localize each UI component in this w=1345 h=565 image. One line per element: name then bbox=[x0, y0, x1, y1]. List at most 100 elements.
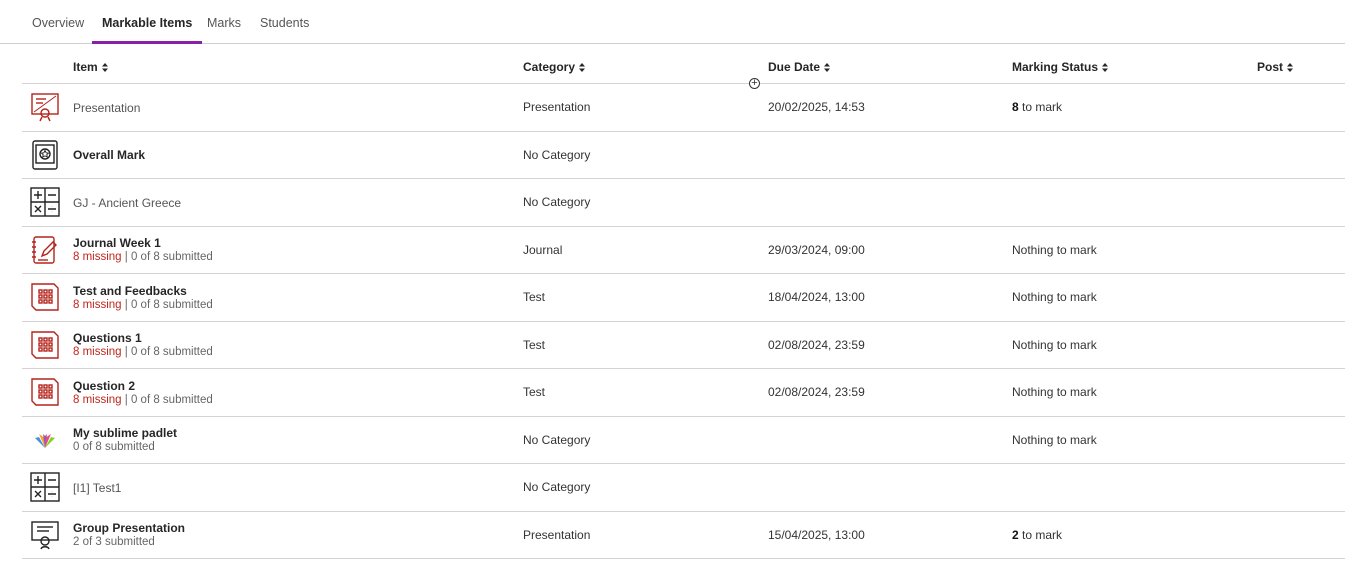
submitted-count: | 0 of 8 submitted bbox=[121, 346, 213, 358]
calculation-icon bbox=[29, 471, 61, 503]
category-cell: No Category bbox=[523, 432, 591, 447]
test-icon bbox=[29, 376, 61, 408]
marking-status-cell[interactable]: Nothing to mark bbox=[1012, 227, 1097, 274]
table-row: Overall Mark No Category bbox=[22, 132, 1345, 179]
table-row: Journal Week 18 missing | 0 of 8 submitt… bbox=[22, 227, 1345, 274]
item-name-link[interactable]: Journal Week 1 bbox=[73, 236, 213, 250]
item-name-link[interactable]: Test and Feedbacks bbox=[73, 284, 213, 298]
marking-status-text: Nothing to mark bbox=[1012, 385, 1097, 399]
submitted-count: 2 of 3 submitted bbox=[73, 536, 155, 548]
journal-icon bbox=[29, 234, 61, 266]
marking-status-cell[interactable]: Nothing to mark bbox=[1012, 274, 1097, 321]
column-header-due-date-label: Due Date bbox=[768, 60, 821, 74]
marking-status-cell[interactable]: Nothing to mark bbox=[1012, 322, 1097, 369]
missing-count: 8 missing bbox=[73, 393, 122, 406]
missing-count: 8 missing bbox=[73, 346, 122, 358]
category-cell: Test bbox=[523, 385, 546, 399]
item-cell: Overall Mark bbox=[73, 132, 145, 179]
tab-markable-items[interactable]: Markable Items bbox=[91, 0, 203, 44]
column-header-due-date[interactable]: Due Date bbox=[768, 60, 831, 75]
marking-status-text: Nothing to mark bbox=[1012, 290, 1097, 304]
marking-status-text: Nothing to mark bbox=[1012, 242, 1097, 257]
item-cell: Group Presentation 2 of 3 submitted bbox=[73, 512, 185, 559]
due-date-cell: 20/02/2025, 14:53 bbox=[768, 100, 865, 114]
item-cell: My sublime padlet 0 of 8 submitted bbox=[73, 417, 177, 464]
submission-summary: 2 of 3 submitted bbox=[73, 535, 185, 549]
column-header-post[interactable]: Post bbox=[1257, 60, 1294, 75]
submitted-count: 0 of 8 submitted bbox=[73, 441, 155, 453]
item-cell: Test and Feedbacks 8 missing | 0 of 8 sub… bbox=[73, 274, 213, 321]
item-cell: [I1] Test1 bbox=[73, 464, 121, 511]
item-name-link[interactable]: [I1] Test1 bbox=[73, 481, 121, 495]
submission-summary: 8 missing | 0 of 8 submitted bbox=[73, 250, 213, 264]
due-date-cell: 02/08/2024, 23:59 bbox=[768, 337, 865, 352]
submission-summary: 8 missing | 0 of 8 submitted bbox=[73, 393, 213, 407]
item-name-link[interactable]: Presentation bbox=[73, 101, 140, 115]
group-presentation-icon bbox=[29, 519, 61, 551]
to-mark-count: 8 bbox=[1012, 100, 1019, 114]
tab-marks[interactable]: Marks bbox=[207, 0, 241, 43]
column-header-category[interactable]: Category bbox=[523, 60, 586, 75]
sort-icon bbox=[1287, 61, 1294, 75]
presentation-icon bbox=[29, 91, 61, 123]
due-date-cell: 29/03/2024, 09:00 bbox=[768, 242, 865, 257]
sort-icon bbox=[1102, 61, 1109, 75]
submitted-count: | 0 of 8 submitted bbox=[121, 251, 213, 263]
category-cell: Test bbox=[523, 290, 546, 304]
column-header-marking-status[interactable]: Marking Status bbox=[1012, 60, 1109, 75]
submitted-count: | 0 of 8 submitted bbox=[121, 298, 213, 311]
to-mark-count: 2 bbox=[1012, 527, 1019, 542]
missing-count: 8 missing bbox=[73, 298, 122, 311]
submission-summary: 8 missing | 0 of 8 submitted bbox=[73, 345, 213, 359]
table-header: Item Category Due Date Marking Status Po… bbox=[22, 56, 1345, 84]
item-name-link[interactable]: Overall Mark bbox=[73, 148, 145, 162]
sort-icon bbox=[824, 61, 831, 75]
column-header-item[interactable]: Item bbox=[73, 60, 108, 75]
marking-status-text: to mark bbox=[1018, 100, 1063, 114]
add-column-icon[interactable]: + bbox=[749, 78, 760, 89]
item-name-link[interactable]: Questions 1 bbox=[73, 331, 213, 345]
submitted-count: | 0 of 8 submitted bbox=[121, 393, 213, 406]
marking-status-cell[interactable]: Nothing to mark bbox=[1012, 369, 1097, 416]
table-row: Question 28 missing | 0 of 8 submitted Te… bbox=[22, 369, 1345, 417]
tab-bar: Overview Markable Items Marks Students bbox=[0, 0, 1345, 44]
category-cell: Journal bbox=[523, 242, 563, 257]
tab-students[interactable]: Students bbox=[260, 0, 309, 43]
marking-status-text: Nothing to mark bbox=[1012, 337, 1097, 352]
item-name-link[interactable]: GJ - Ancient Greece bbox=[73, 196, 181, 210]
table-row: Questions 18 missing | 0 of 8 submitted T… bbox=[22, 322, 1345, 369]
item-cell: Presentation bbox=[73, 84, 140, 131]
item-name-link[interactable]: Group Presentation bbox=[73, 521, 185, 535]
missing-count: 8 missing bbox=[73, 251, 122, 263]
sort-icon bbox=[101, 61, 108, 75]
category-cell: Presentation bbox=[523, 100, 591, 114]
item-name-link[interactable]: My sublime padlet bbox=[73, 426, 177, 440]
sort-icon bbox=[579, 61, 586, 75]
submission-summary: 0 of 8 submitted bbox=[73, 440, 177, 454]
table-row: Presentation Presentation 20/02/2025, 14:5… bbox=[22, 84, 1345, 132]
category-cell: No Category bbox=[523, 195, 591, 209]
marking-status-cell[interactable]: 2 to mark bbox=[1012, 512, 1062, 559]
overall-mark-icon bbox=[29, 139, 61, 171]
test-icon bbox=[29, 329, 61, 361]
marking-status-text: Nothing to mark bbox=[1012, 432, 1097, 447]
markable-items-table: Presentation Presentation 20/02/2025, 14:5… bbox=[22, 84, 1345, 559]
item-cell: Questions 18 missing | 0 of 8 submitted bbox=[73, 322, 213, 369]
test-icon bbox=[29, 281, 61, 313]
table-row: [I1] Test1 No Category bbox=[22, 464, 1345, 512]
due-date-cell: 15/04/2025, 13:00 bbox=[768, 527, 865, 542]
item-cell: Journal Week 18 missing | 0 of 8 submitt… bbox=[73, 227, 213, 274]
category-cell: Test bbox=[523, 337, 546, 352]
marking-status-cell[interactable]: 8 to mark bbox=[1012, 84, 1062, 131]
category-cell: No Category bbox=[523, 480, 591, 494]
submission-summary: 8 missing | 0 of 8 submitted bbox=[73, 298, 213, 312]
item-cell: Question 28 missing | 0 of 8 submitted bbox=[73, 369, 213, 416]
due-date-cell: 02/08/2024, 23:59 bbox=[768, 385, 865, 399]
item-name-link[interactable]: Question 2 bbox=[73, 379, 213, 393]
padlet-icon bbox=[29, 424, 61, 456]
due-date-cell: 18/04/2024, 13:00 bbox=[768, 290, 865, 304]
marking-status-cell[interactable]: Nothing to mark bbox=[1012, 417, 1097, 464]
table-row: My sublime padlet 0 of 8 submitted No Cate… bbox=[22, 417, 1345, 464]
column-header-marking-status-label: Marking Status bbox=[1012, 60, 1099, 74]
tab-overview[interactable]: Overview bbox=[32, 0, 84, 43]
